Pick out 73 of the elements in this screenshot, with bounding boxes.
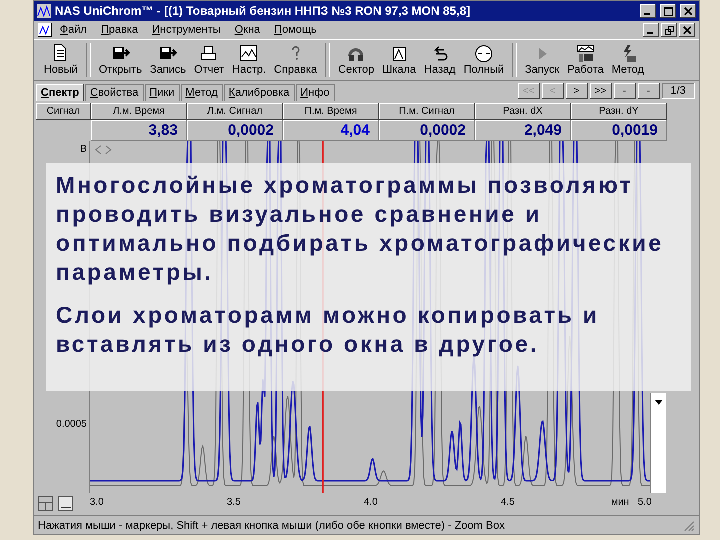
toolbar-button[interactable]: Назад [420, 40, 460, 80]
x-axis-label: 3.0 [90, 497, 104, 508]
minimize-button[interactable] [640, 4, 656, 18]
y-axis-label: 0.0005 [56, 418, 87, 432]
column-header: Сигнал [36, 103, 91, 120]
column-header: П.м. Время [283, 103, 379, 120]
x-axis-label: 4.5 [501, 497, 515, 508]
chart-settings-icon [239, 44, 260, 64]
table-cell: 0,0019 [571, 120, 667, 141]
column-header: Л.м. Время [91, 103, 187, 120]
close-button[interactable] [679, 23, 695, 37]
status-text: Нажатия мыши - маркеры, Shift + левая кнопка мыши (либо обе кнопки вместе) - Zoom Box [38, 520, 506, 532]
nav-button[interactable]: - [638, 83, 660, 99]
tab[interactable]: Инфо [296, 84, 335, 101]
x-axis-label: мин [611, 497, 630, 508]
menu-item[interactable]: Окна [228, 24, 266, 36]
table-cell: 0,0002 [379, 120, 475, 141]
nav-button[interactable]: > [566, 83, 588, 99]
tab[interactable]: Пики [144, 84, 180, 101]
vertical-scrollbar[interactable] [650, 393, 666, 493]
page-indicator: 1/3 [662, 83, 695, 99]
toolbar-button[interactable]: Настр. [228, 40, 270, 80]
column-header: Разн. dX [475, 103, 571, 120]
y-axis-label: B [80, 143, 87, 157]
toolbar-button[interactable]: Сектор [334, 40, 378, 80]
nav-button[interactable]: - [614, 83, 636, 99]
caption-text: Слои хроматорамм можно копировать и вставлять из одного окна в другое. [56, 301, 600, 359]
split-view-icon[interactable] [38, 496, 54, 512]
toolbar-button[interactable]: Метод [608, 40, 648, 80]
app-logo-icon [37, 4, 51, 18]
tab[interactable]: Калибровка [224, 84, 295, 101]
column-header: Разн. dY [571, 103, 667, 120]
toolbar-button[interactable]: Открыть [94, 40, 146, 80]
tab[interactable]: Спектр [36, 84, 84, 101]
toolbar-button[interactable]: Запись [146, 40, 190, 80]
toolbar-button[interactable]: Полный [460, 40, 508, 80]
column-header: Л.м. Сигнал [187, 103, 283, 120]
restore-icon [664, 26, 674, 34]
down-arrow-icon[interactable] [654, 399, 664, 407]
minimize-button[interactable] [643, 23, 659, 37]
menu-item[interactable]: Файл [54, 24, 94, 36]
restore-button[interactable] [661, 23, 677, 37]
table-cell: 0,0002 [187, 120, 283, 141]
toolbar-button[interactable]: Новый [40, 40, 82, 80]
close-icon [684, 6, 692, 16]
x-axis-label: 5.0 [638, 497, 652, 508]
caption-text: Многослойные хроматограммы позволяют проводить визуальное сравнение и оптимально подбирать хроматографические параметры. [56, 171, 665, 287]
tab[interactable]: Свойства [85, 84, 144, 101]
document-chart-icon [38, 23, 52, 37]
toolbar-button[interactable]: Справка [270, 40, 322, 80]
table-cell: 4,04 [283, 120, 379, 141]
menu-item[interactable]: Инструменты [146, 24, 227, 36]
nav-button[interactable]: >> [590, 83, 612, 99]
table-cell: 2,049 [475, 120, 571, 141]
close-button[interactable] [680, 4, 696, 18]
single-view-icon[interactable] [58, 496, 74, 512]
window-title: NAS UniChrom™ - [(1) Товарный бензин ННПЗ №3 RON 97,3 MON 85,8] [55, 4, 472, 18]
x-axis-label: 3.5 [227, 497, 241, 508]
toolbar-button[interactable]: Отчет [190, 40, 228, 80]
menu-item[interactable]: Правка [95, 24, 144, 36]
x-axis-label: 4.0 [364, 497, 378, 508]
table-cell: 3,83 [91, 120, 187, 141]
monitor-chart-icon [576, 44, 596, 64]
close-icon [682, 26, 692, 34]
tab[interactable]: Метод [180, 84, 223, 101]
resize-grip-icon[interactable] [683, 520, 695, 532]
maximize-button[interactable] [660, 4, 676, 18]
toolbar-button[interactable]: Работа [564, 40, 608, 80]
maximize-icon [664, 6, 672, 16]
menu-item[interactable]: Помощь [268, 24, 323, 36]
column-header: П.м. Сигнал [379, 103, 475, 120]
toolbar-button[interactable]: Запуск [521, 40, 564, 80]
toolbar-button[interactable]: Шкала [378, 40, 420, 80]
